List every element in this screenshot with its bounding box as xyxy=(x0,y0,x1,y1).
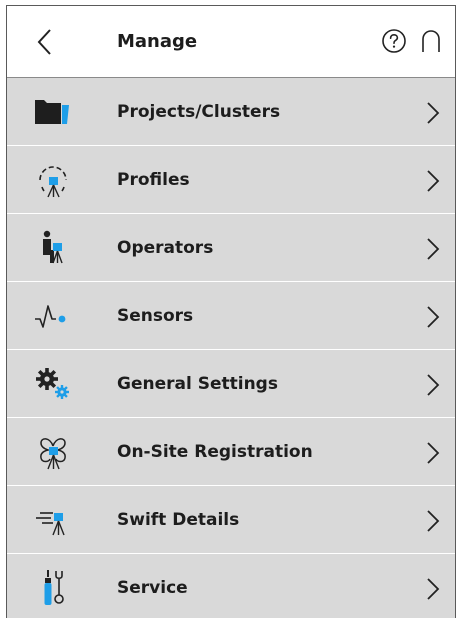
chevron-right-icon xyxy=(427,374,440,396)
menu-item-label: General Settings xyxy=(117,374,278,394)
menu-item-profiles[interactable]: Profiles xyxy=(7,146,455,214)
folder-icon xyxy=(31,92,75,132)
chevron-left-icon xyxy=(37,29,51,55)
swift-scanner-icon xyxy=(31,500,75,540)
menu-item-label: Swift Details xyxy=(117,510,240,530)
help-button[interactable] xyxy=(381,28,407,54)
menu-item-sensors[interactable]: Sensors xyxy=(7,282,455,350)
sensor-wave-icon xyxy=(31,296,75,336)
chevron-right-icon xyxy=(427,102,440,124)
gears-icon xyxy=(31,364,75,404)
menu-item-label: Operators xyxy=(117,238,214,258)
chevron-right-icon xyxy=(427,578,440,600)
header-bar: Manage xyxy=(7,6,455,78)
menu-item-on-site-registration[interactable]: On-Site Registration xyxy=(7,418,455,486)
menu-item-label: Projects/Clusters xyxy=(117,102,281,122)
menu-item-general-settings[interactable]: General Settings xyxy=(7,350,455,418)
menu-item-label: Profiles xyxy=(117,170,190,190)
menu-item-label: On-Site Registration xyxy=(117,442,313,462)
chevron-right-icon xyxy=(427,238,440,260)
registration-icon xyxy=(31,432,75,472)
menu-item-label: Sensors xyxy=(117,306,194,326)
service-tools-icon xyxy=(31,568,75,608)
page-title: Manage xyxy=(117,31,198,52)
manage-menu: Projects/Clusters Profiles Operators Sen… xyxy=(7,78,455,618)
chevron-right-icon xyxy=(427,510,440,532)
chevron-right-icon xyxy=(427,170,440,192)
chevron-right-icon xyxy=(427,442,440,464)
profile-scanner-icon xyxy=(31,160,75,200)
menu-item-service[interactable]: Service xyxy=(7,554,455,618)
operator-icon xyxy=(31,228,75,268)
home-button[interactable] xyxy=(418,28,444,54)
help-icon xyxy=(382,29,406,53)
menu-item-operators[interactable]: Operators xyxy=(7,214,455,282)
menu-item-label: Service xyxy=(117,578,188,598)
chevron-right-icon xyxy=(427,306,440,328)
menu-item-swift-details[interactable]: Swift Details xyxy=(7,486,455,554)
home-icon xyxy=(422,30,440,52)
menu-item-projects-clusters[interactable]: Projects/Clusters xyxy=(7,78,455,146)
back-button[interactable] xyxy=(27,24,63,60)
manage-panel: Manage Projects/Clusters Profiles Operat… xyxy=(6,5,456,618)
